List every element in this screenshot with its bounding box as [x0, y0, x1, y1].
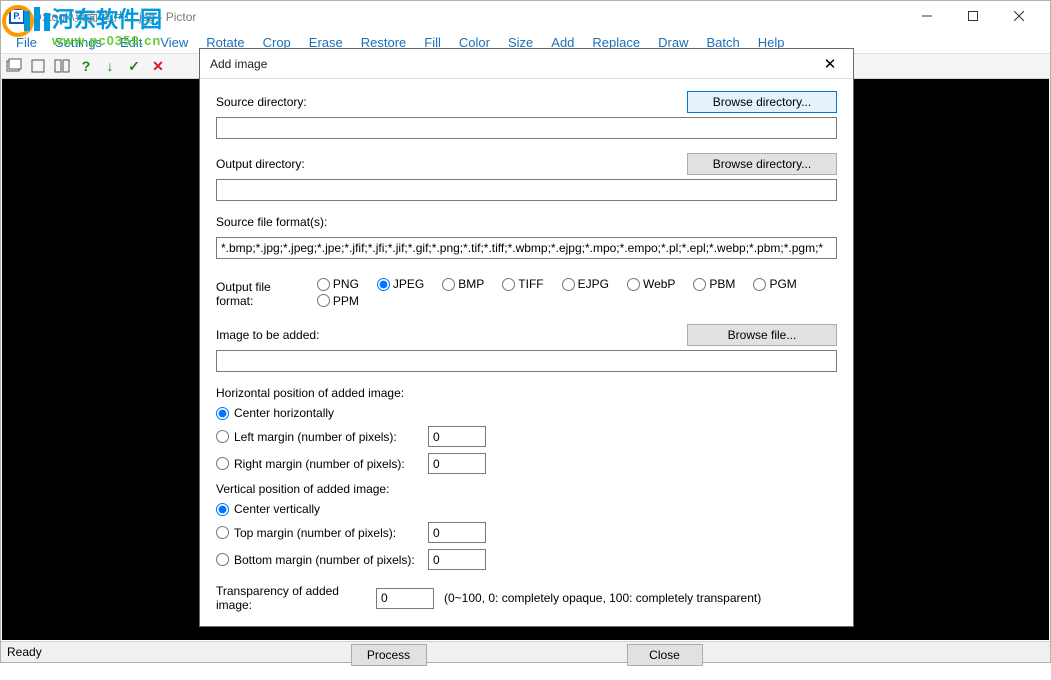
outfmt-webp-radio[interactable]: WebP	[627, 277, 675, 291]
right-margin-input[interactable]	[428, 453, 486, 474]
top-margin-input[interactable]	[428, 522, 486, 543]
browse-output-button[interactable]: Browse directory...	[687, 153, 837, 175]
formats-label: Source file format(s):	[216, 215, 327, 229]
outfmt-pgm-radio[interactable]: PGM	[753, 277, 796, 291]
maximize-button[interactable]	[950, 1, 996, 31]
toolbar-icon-3[interactable]	[53, 57, 71, 75]
output-dir-label: Output directory:	[216, 157, 305, 171]
add-image-dialog: Add image ✕ Source directory: Browse dir…	[199, 48, 854, 627]
menu-edit[interactable]: Edit	[111, 33, 151, 52]
outfmt-tiff-radio[interactable]: TIFF	[502, 277, 543, 291]
minimize-button[interactable]	[904, 1, 950, 31]
check-icon[interactable]: ✓	[125, 57, 143, 75]
bottom-margin-input[interactable]	[428, 549, 486, 570]
outfmt-label: Output file format:	[216, 280, 305, 308]
close-button[interactable]	[996, 1, 1042, 31]
titlebar: P. D:\took\桌面\图片\1.jpg - Pictor	[1, 1, 1050, 31]
toolbar-icon-2[interactable]	[29, 57, 47, 75]
dialog-titlebar: Add image ✕	[200, 49, 853, 79]
image-add-input[interactable]	[216, 350, 837, 372]
outfmt-ppm-radio[interactable]: PPM	[317, 294, 359, 308]
transparency-label: Transparency of added image:	[216, 584, 376, 612]
source-dir-label: Source directory:	[216, 95, 307, 109]
app-icon: P.	[9, 8, 25, 24]
source-dir-input[interactable]	[216, 117, 837, 139]
browse-source-button[interactable]: Browse directory...	[687, 91, 837, 113]
vpos-bottom-radio[interactable]: Bottom margin (number of pixels):	[216, 553, 428, 567]
output-format-row: Output file format: PNG JPEG BMP TIFF EJPG We…	[216, 277, 837, 310]
menu-file[interactable]: File	[7, 33, 46, 52]
window-controls	[904, 1, 1042, 31]
left-margin-input[interactable]	[428, 426, 486, 447]
menu-view[interactable]: View	[151, 33, 197, 52]
transparency-input[interactable]	[376, 588, 434, 609]
toolbar-icon-1[interactable]	[5, 57, 23, 75]
outfmt-pbm-radio[interactable]: PBM	[693, 277, 735, 291]
help-icon[interactable]: ?	[77, 57, 95, 75]
hpos-right-radio[interactable]: Right margin (number of pixels):	[216, 457, 428, 471]
cancel-icon[interactable]: ✕	[149, 57, 167, 75]
vpos-top-radio[interactable]: Top margin (number of pixels):	[216, 526, 428, 540]
vpos-label: Vertical position of added image:	[216, 482, 389, 496]
hpos-left-radio[interactable]: Left margin (number of pixels):	[216, 430, 428, 444]
vpos-center-radio[interactable]: Center vertically	[216, 502, 428, 516]
outfmt-jpeg-radio[interactable]: JPEG	[377, 277, 424, 291]
down-arrow-icon[interactable]: ↓	[101, 57, 119, 75]
output-dir-input[interactable]	[216, 179, 837, 201]
image-add-label: Image to be added:	[216, 328, 319, 342]
menu-settings[interactable]: Settings	[46, 33, 111, 52]
window-title: D:\took\桌面\图片\1.jpg - Pictor	[33, 8, 904, 25]
outfmt-png-radio[interactable]: PNG	[317, 277, 359, 291]
hpos-label: Horizontal position of added image:	[216, 386, 404, 400]
browse-file-button[interactable]: Browse file...	[687, 324, 837, 346]
transparency-hint: (0~100, 0: completely opaque, 100: compl…	[444, 591, 761, 605]
outfmt-bmp-radio[interactable]: BMP	[442, 277, 484, 291]
formats-input[interactable]	[216, 237, 837, 259]
outfmt-ejpg-radio[interactable]: EJPG	[562, 277, 609, 291]
hpos-center-radio[interactable]: Center horizontally	[216, 406, 428, 420]
status-text: Ready	[7, 645, 42, 659]
dialog-close-button[interactable]: ✕	[817, 51, 843, 77]
dialog-title: Add image	[210, 57, 817, 71]
